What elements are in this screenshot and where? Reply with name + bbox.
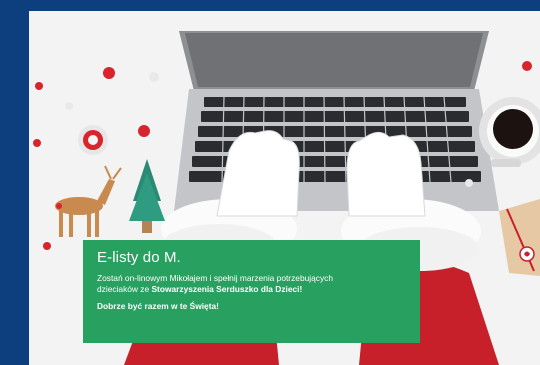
card-description: Zostań on-linowym Mikołajem i spełnij ma… [97, 273, 406, 295]
ornament-ball-icon [78, 125, 108, 155]
promo-card[interactable]: E-listy do M. Zostań on-linowym Mikołaje… [83, 240, 420, 343]
card-description-line1: Zostań on-linowym Mikołajem i spełnij ma… [97, 273, 333, 283]
card-title: E-listy do M. [97, 249, 181, 266]
banner-frame: E-listy do M. Zostań on-linowym Mikołaje… [0, 0, 540, 365]
banner-photo[interactable]: E-listy do M. Zostań on-linowym Mikołaje… [29, 11, 540, 365]
card-description-line2: dzieciaków ze [97, 284, 152, 294]
organization-name: Stowarzyszenia Serduszko dla Dzieci! [151, 284, 303, 294]
card-tagline: Dobrze być razem w te Święta! [97, 301, 219, 311]
